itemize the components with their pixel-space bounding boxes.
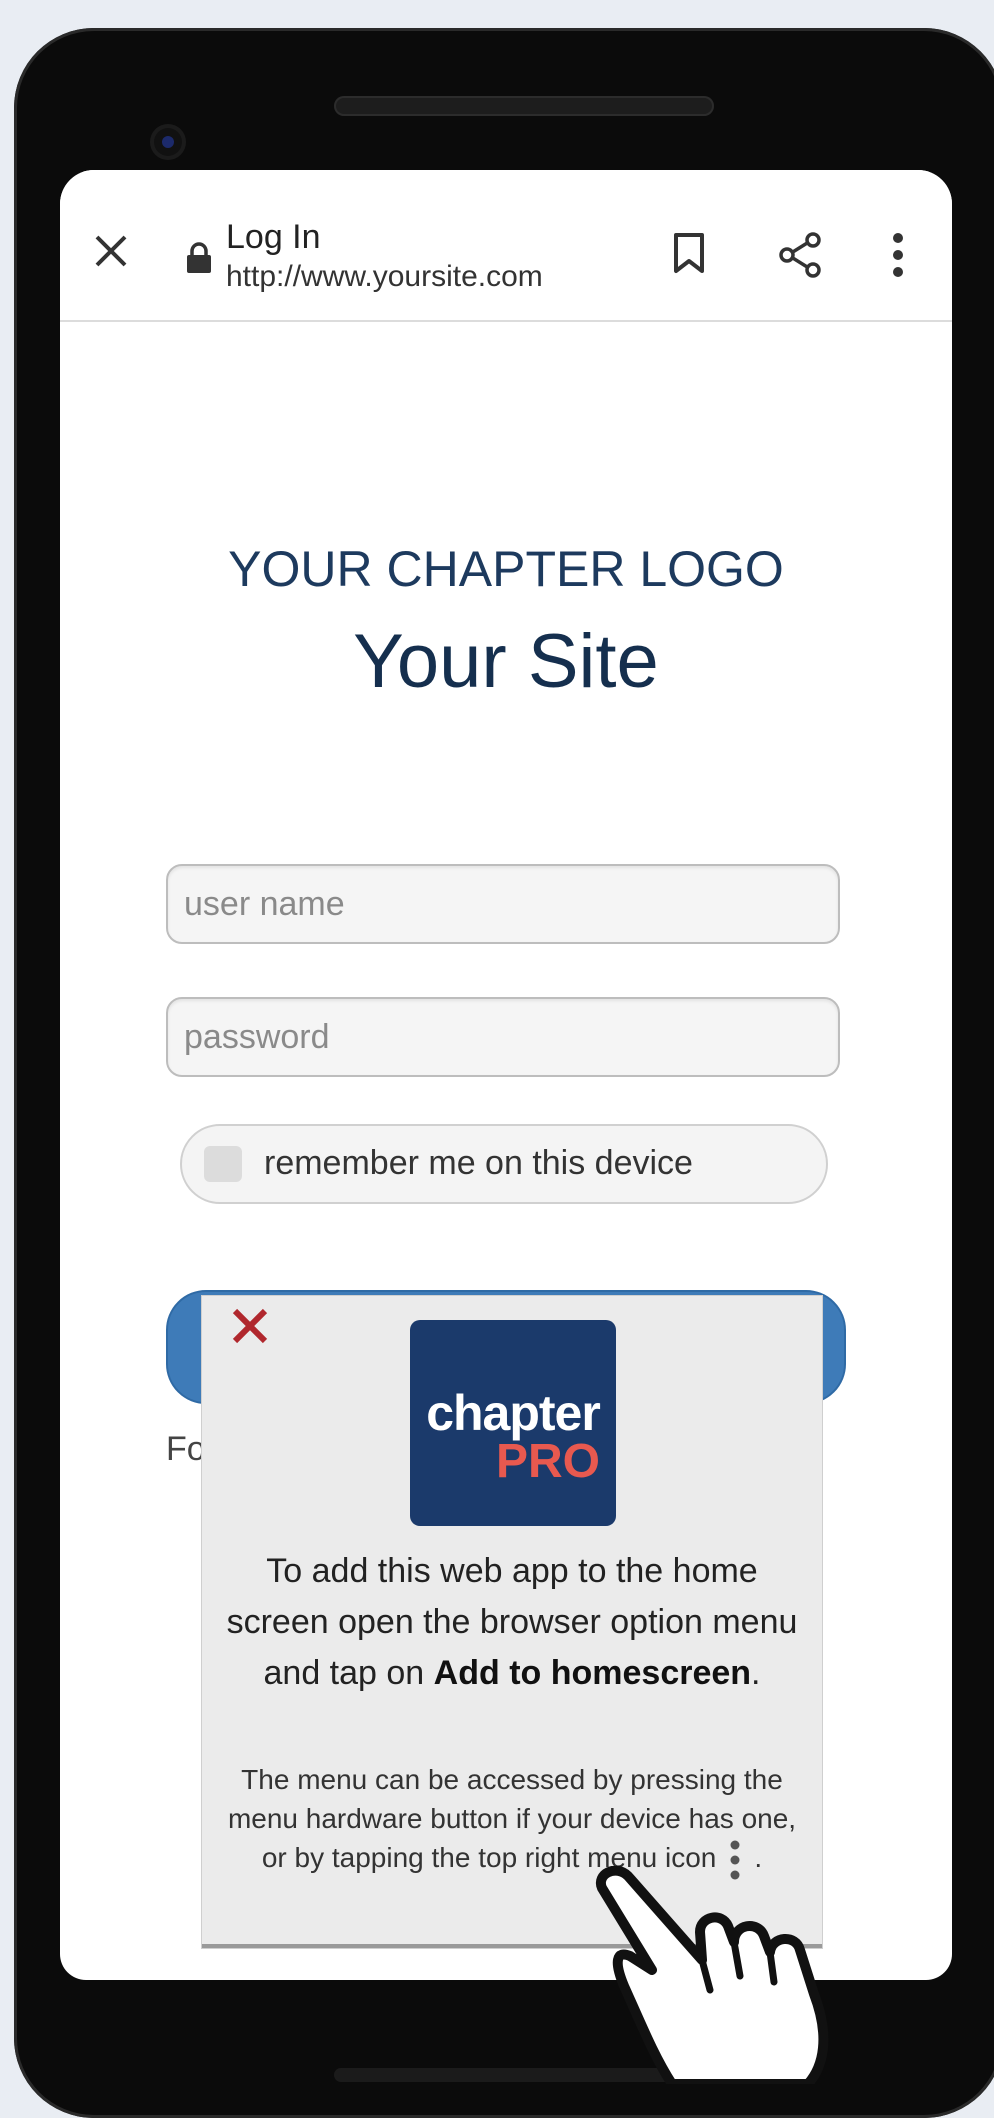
phone-speaker [334,96,714,116]
phone-camera [150,124,186,160]
chapter-logo-placeholder: YOUR CHAPTER LOGO [228,541,784,597]
popup-instructions-emphasis: Add to homescreen [433,1654,752,1692]
bookmark-icon[interactable] [672,232,706,274]
pointing-hand-icon [596,1866,829,2084]
popup-instructions-period: . [751,1654,761,1692]
browser-toolbar: Log In http://www.yoursite.com [60,170,952,322]
app-logo-pro: PRO [495,1435,600,1488]
password-input[interactable] [166,997,840,1077]
page-url: http://www.yoursite.com [226,260,543,293]
add-to-homescreen-popup: chapter PRO To add this web app to the h… [202,1296,822,1948]
close-icon[interactable] [94,234,128,268]
username-input[interactable] [166,864,840,944]
app-logo: chapter PRO [410,1320,616,1526]
share-icon[interactable] [778,232,822,278]
remember-me-toggle[interactable]: remember me on this device [180,1124,828,1204]
browser-title-stack: Log In http://www.yoursite.com [226,216,543,296]
forgot-password-link[interactable]: Fo [166,1430,206,1469]
remember-me-label: remember me on this device [264,1144,693,1182]
page-title: Log In [226,218,321,256]
close-icon[interactable] [230,1306,270,1346]
popup-hint-text: The menu can be accessed by pressing the… [227,1764,797,1873]
popup-instructions: To add this web app to the home screen o… [222,1546,802,1699]
remember-me-checkbox[interactable] [204,1146,242,1182]
lock-icon [187,242,211,273]
more-vert-icon[interactable] [892,232,904,278]
popup-hint: The menu can be accessed by pressing the… [222,1760,802,1880]
phone-screen: Log In http://www.yoursite.com YOUR CHAP… [60,170,952,1980]
site-title: Your Site [353,619,659,704]
